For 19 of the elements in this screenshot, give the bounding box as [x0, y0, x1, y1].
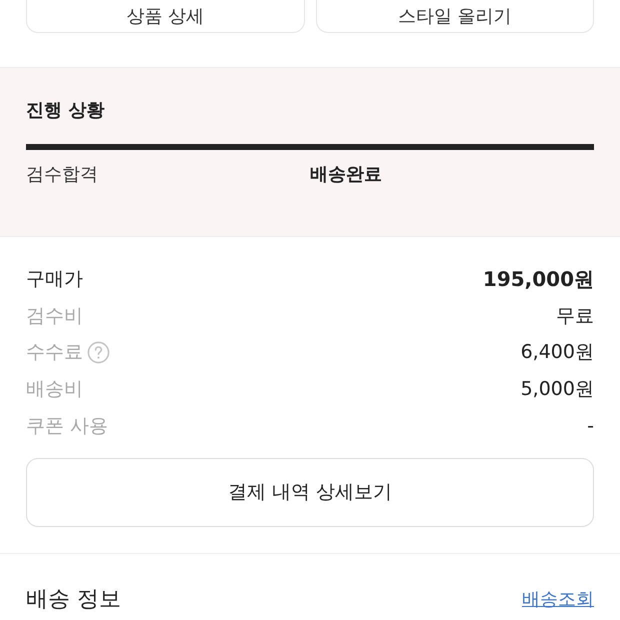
progress-step: 검수합격: [26, 162, 310, 186]
row-value: 무료: [556, 304, 594, 329]
row-label: 배송비: [26, 377, 83, 402]
action-button[interactable]: 상품 상세: [26, 0, 304, 33]
help-icon[interactable]: [87, 340, 110, 364]
row-value: 5,000원: [520, 377, 594, 402]
action-button[interactable]: 스타일 올리기: [316, 0, 594, 33]
section-title: 진행 상황: [26, 99, 106, 123]
row-label: 쿠폰 사용: [26, 414, 108, 439]
tracking-link[interactable]: 배송조회: [522, 586, 594, 611]
row-value: 6,400원: [520, 340, 594, 366]
progress-step: 배송완료: [310, 162, 594, 186]
section-title: 배송 정보: [26, 586, 121, 614]
row-label: 구매가: [26, 267, 83, 292]
row-label: 수수료: [26, 340, 83, 366]
row-value: -: [587, 414, 594, 437]
row-value: 195,000원: [482, 266, 594, 293]
payment-detail-button[interactable]: 결제 내역 상세보기: [26, 458, 594, 527]
row-label: 검수비: [26, 304, 83, 329]
